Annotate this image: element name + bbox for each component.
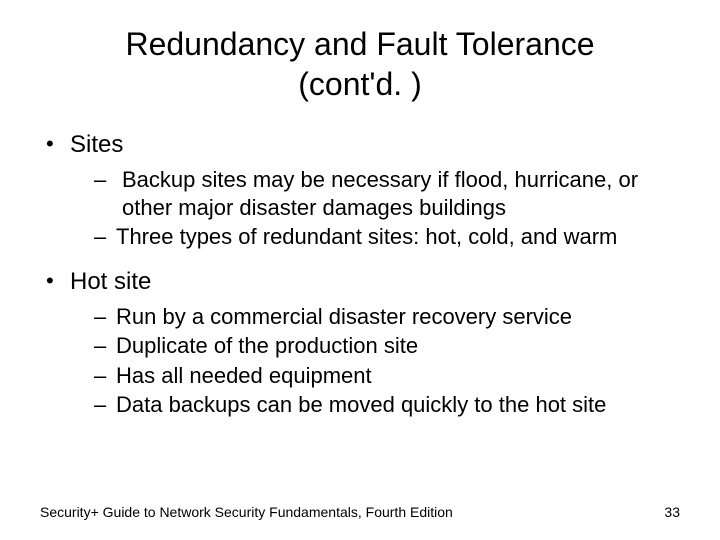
slide: Redundancy and Fault Tolerance (cont'd. … bbox=[0, 0, 720, 540]
slide-title: Redundancy and Fault Tolerance (cont'd. … bbox=[40, 24, 680, 104]
slide-content: Sites Backup sites may be necessary if f… bbox=[40, 130, 680, 484]
slide-footer: Security+ Guide to Network Security Fund… bbox=[40, 504, 680, 520]
bullet-label: Sites bbox=[70, 131, 123, 158]
sub-bullet: Duplicate of the production site bbox=[94, 332, 680, 360]
sub-bullet-list: Backup sites may be necessary if flood, … bbox=[70, 166, 680, 251]
bullet-sites: Sites Backup sites may be necessary if f… bbox=[46, 130, 680, 251]
bullet-hot-site: Hot site Run by a commercial disaster re… bbox=[46, 267, 680, 419]
page-number: 33 bbox=[664, 504, 680, 520]
title-line-1: Redundancy and Fault Tolerance bbox=[125, 26, 594, 62]
footer-text: Security+ Guide to Network Security Fund… bbox=[40, 504, 453, 520]
bullet-list: Sites Backup sites may be necessary if f… bbox=[40, 130, 680, 419]
bullet-label: Hot site bbox=[70, 268, 151, 295]
sub-bullet: Run by a commercial disaster recovery se… bbox=[94, 303, 680, 331]
sub-bullet: Backup sites may be necessary if flood, … bbox=[94, 166, 680, 221]
sub-bullet: Data backups can be moved quickly to the… bbox=[94, 391, 680, 419]
sub-bullet-list: Run by a commercial disaster recovery se… bbox=[70, 303, 680, 419]
title-line-2: (cont'd. ) bbox=[298, 66, 421, 102]
sub-bullet: Three types of redundant sites: hot, col… bbox=[94, 223, 680, 251]
sub-bullet: Has all needed equipment bbox=[94, 362, 680, 390]
